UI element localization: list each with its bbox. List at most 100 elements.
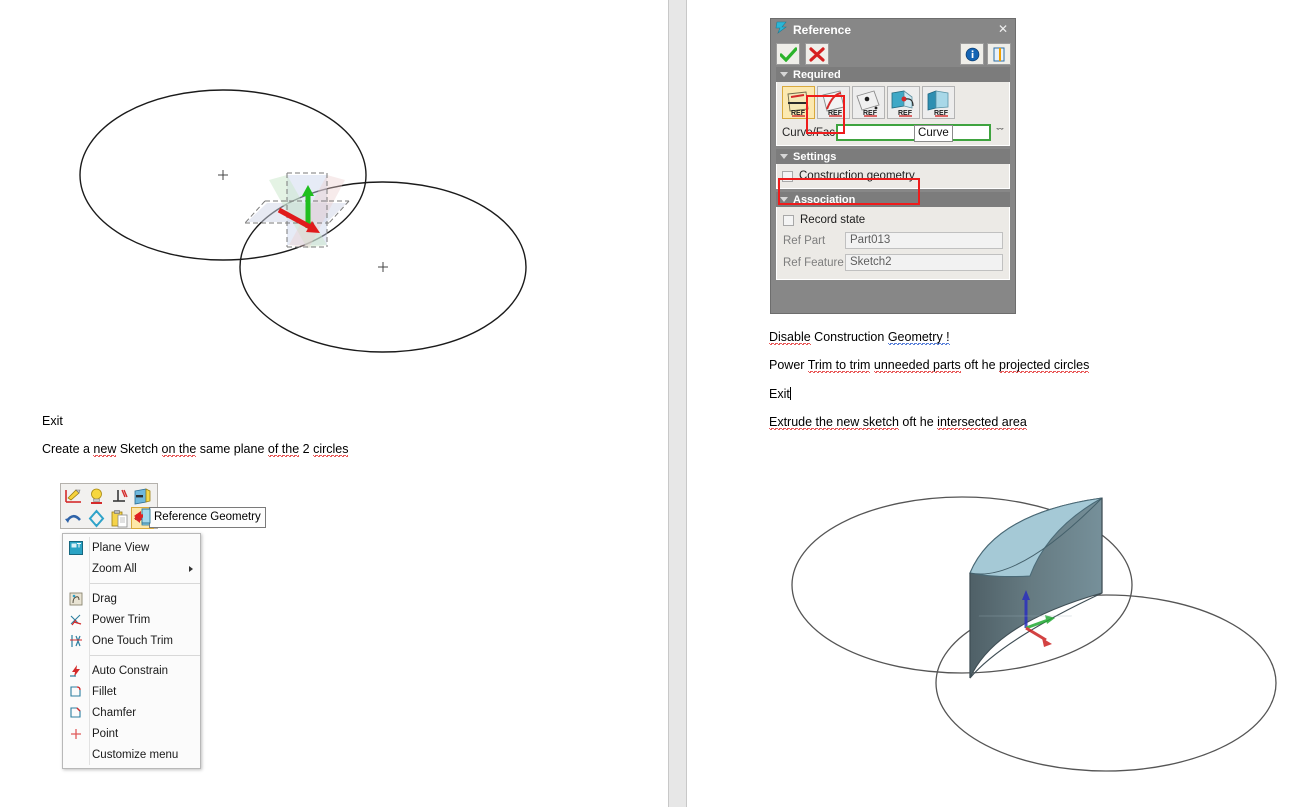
drag-icon xyxy=(63,588,89,609)
menu-item-one-touch-trim[interactable]: One Touch Trim xyxy=(63,630,200,651)
right-column-text: Disable Construction Geometry ! Power Tr… xyxy=(769,330,1090,444)
reference-feature-icon xyxy=(775,21,788,39)
rotate-icon[interactable] xyxy=(85,507,108,529)
menu-item-power-trim[interactable]: Power Trim xyxy=(63,609,200,630)
reference-curve-face-icon[interactable]: REF xyxy=(782,86,815,119)
menu-item-label: Zoom All xyxy=(92,562,137,575)
text-line: Create a new Sketch on the same plane of… xyxy=(42,442,349,458)
ref-feature-row: Ref Feature Sketch2 xyxy=(783,253,1003,272)
ref-part-row: Ref Part Part013 xyxy=(783,231,1003,250)
model-svg xyxy=(791,496,1277,772)
text-line: Power Trim to trim unneeded parts oft he… xyxy=(769,358,1090,374)
section-header-association[interactable]: Association xyxy=(776,192,1010,207)
menu-separator xyxy=(89,655,200,656)
page-divider xyxy=(668,0,687,807)
edit-sketch-icon[interactable] xyxy=(62,485,85,507)
info-button[interactable] xyxy=(960,43,984,65)
text-line: Exit xyxy=(42,414,348,428)
ref-part-value: Part013 xyxy=(845,232,1003,249)
sketch-context-menu[interactable]: Plane View Zoom All Drag Power Trim One … xyxy=(62,533,201,769)
sketch-svg xyxy=(79,89,527,353)
tooltip-reference-geometry: Reference Geometry xyxy=(149,507,266,528)
curve-face-input[interactable]: Curve xyxy=(836,124,991,142)
collapse-triangle-icon xyxy=(780,197,788,202)
power-trim-icon xyxy=(63,609,89,630)
menu-item-plane-view[interactable]: Plane View xyxy=(63,537,200,558)
section-header-required[interactable]: Required xyxy=(776,67,1010,82)
reference-point-icon[interactable]: REF xyxy=(852,86,885,119)
curve-face-field-row[interactable]: Curve/Fac Curve ˇˇ xyxy=(780,124,1006,142)
menu-item-label: Point xyxy=(92,727,119,740)
perpendicular-icon[interactable] xyxy=(108,485,131,507)
menu-item-point[interactable]: Point xyxy=(63,723,200,744)
help-button[interactable] xyxy=(987,43,1011,65)
construction-geometry-checkbox[interactable] xyxy=(782,170,793,182)
left-column-text: Exit Create a new Sketch on the same pla… xyxy=(42,414,349,471)
dialog-action-bar[interactable] xyxy=(771,41,1015,67)
ok-button[interactable] xyxy=(776,43,800,65)
one-touch-trim-icon xyxy=(63,630,89,651)
circle-2-center-mark xyxy=(378,262,388,272)
text-line: Disable Construction Geometry ! xyxy=(769,330,950,345)
menu-item-no-icon xyxy=(63,744,89,765)
text-line-content: Exit xyxy=(42,414,63,428)
menu-item-drag[interactable]: Drag xyxy=(63,588,200,609)
section-title: Association xyxy=(793,193,856,206)
chamfer-icon xyxy=(63,702,89,723)
section-header-settings[interactable]: Settings xyxy=(776,149,1010,164)
dialog-title: Reference xyxy=(793,23,852,37)
menu-item-label: Plane View xyxy=(92,541,150,554)
chevron-down-icon[interactable]: ˇˇ xyxy=(994,127,1006,139)
chevron-right-icon xyxy=(189,565,193,572)
menu-item-auto-constrain[interactable]: Auto Constrain xyxy=(63,660,200,681)
curve-chip-label: Curve xyxy=(914,125,953,142)
menu-item-label: Drag xyxy=(92,592,117,605)
reference-vertex-icon[interactable]: REF xyxy=(887,86,920,119)
3d-model-viewport xyxy=(780,488,1290,800)
cancel-button[interactable] xyxy=(805,43,829,65)
close-icon[interactable]: ✕ xyxy=(998,23,1008,35)
reference-type-buttons[interactable]: REF REF REF REF REF xyxy=(780,86,1006,119)
info-icon xyxy=(965,47,979,61)
collapse-triangle-icon xyxy=(780,72,788,77)
lightbulb-icon[interactable] xyxy=(85,485,108,507)
association-panel: Record state Ref Part Part013 Ref Featur… xyxy=(776,207,1010,280)
fillet-icon xyxy=(63,681,89,702)
menu-item-zoom-all[interactable]: Zoom All xyxy=(63,558,200,579)
exit-sketch-icon[interactable] xyxy=(131,485,154,507)
extruded-lens-solid xyxy=(969,497,1103,679)
section-title: Settings xyxy=(793,150,837,163)
text-line: Exit xyxy=(769,386,1089,401)
dialog-body: Required REF REF REF REF REF Curve/Fac C… xyxy=(776,67,1010,280)
menu-item-label: One Touch Trim xyxy=(92,634,173,647)
paste-icon[interactable] xyxy=(108,507,131,529)
reference-geometry-cursor-arrow xyxy=(133,506,153,531)
menu-item-chamfer[interactable]: Chamfer xyxy=(63,702,200,723)
section-title: Required xyxy=(793,68,841,81)
point-icon xyxy=(63,723,89,744)
ref-part-label: Ref Part xyxy=(783,234,826,247)
dialog-title-bar[interactable]: Reference ✕ xyxy=(771,19,1015,41)
construction-geometry-row[interactable]: Construction geometry xyxy=(782,168,1004,184)
reference-edge-icon[interactable]: REF xyxy=(817,86,850,119)
menu-item-label: Auto Constrain xyxy=(92,664,169,677)
collapse-triangle-icon xyxy=(780,154,788,159)
construction-geometry-label: Construction geometry xyxy=(799,170,915,182)
menu-item-label: Fillet xyxy=(92,685,117,698)
menu-item-customize-menu[interactable]: Customize menu xyxy=(63,744,200,765)
menu-item-label: Customize menu xyxy=(92,748,179,761)
record-state-label: Record state xyxy=(800,214,866,226)
undo-icon[interactable] xyxy=(62,507,85,529)
text-line-content: Exit xyxy=(769,386,790,401)
record-state-row[interactable]: Record state xyxy=(783,212,1003,228)
reference-plane-icon[interactable]: REF xyxy=(922,86,955,119)
text-line: Extrude the new sketch oft he intersecte… xyxy=(769,415,1027,431)
menu-item-fillet[interactable]: Fillet xyxy=(63,681,200,702)
menu-item-label: Power Trim xyxy=(92,613,151,626)
settings-panel: Construction geometry xyxy=(776,164,1010,189)
ref-feature-label: Ref Feature xyxy=(783,256,844,269)
text-caret xyxy=(789,386,791,400)
required-panel: REF REF REF REF REF Curve/Fac Curve ˇˇ xyxy=(776,82,1010,146)
reference-dialog[interactable]: Reference ✕ Required REF REF REF REF REF… xyxy=(770,18,1016,314)
record-state-checkbox[interactable] xyxy=(783,214,794,226)
